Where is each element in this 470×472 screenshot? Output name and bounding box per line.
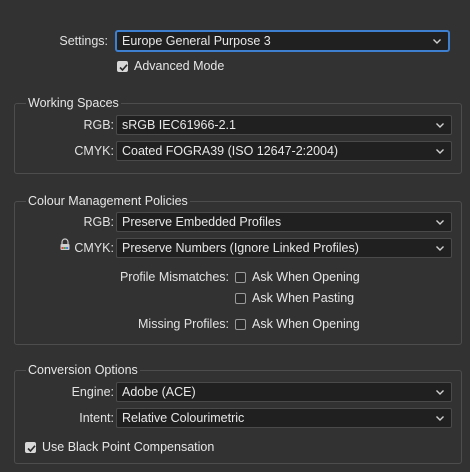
conversion-title: Conversion Options xyxy=(26,363,140,377)
engine-value: Adobe (ACE) xyxy=(122,385,196,399)
chevron-down-icon xyxy=(436,390,444,395)
settings-label: Settings: xyxy=(59,34,108,48)
black-point-label: Use Black Point Compensation xyxy=(42,440,215,454)
lock-icon xyxy=(60,238,70,250)
advanced-mode-label: Advanced Mode xyxy=(134,59,225,73)
chevron-down-icon xyxy=(436,246,444,251)
policy-rgb-value: Preserve Embedded Profiles xyxy=(122,215,282,229)
chevron-down-icon xyxy=(436,416,444,421)
missing-ask-when-opening-checkbox[interactable] xyxy=(235,319,246,330)
policy-cmyk-value: Preserve Numbers (Ignore Linked Profiles… xyxy=(122,241,359,255)
engine-dropdown[interactable]: Adobe (ACE) xyxy=(116,382,452,402)
working-cmyk-label: CMYK: xyxy=(74,144,114,158)
checkmark-icon xyxy=(27,445,36,453)
policy-cmyk-dropdown[interactable]: Preserve Numbers (Ignore Linked Profiles… xyxy=(116,238,452,258)
ask-when-pasting-label: Ask When Pasting xyxy=(252,291,355,305)
advanced-mode-checkbox[interactable] xyxy=(117,61,128,72)
missing-profiles-label: Missing Profiles: xyxy=(138,317,229,331)
profile-mismatches-label: Profile Mismatches: xyxy=(119,270,229,284)
chevron-down-icon xyxy=(433,39,441,44)
working-cmyk-value: Coated FOGRA39 (ISO 12647-2:2004) xyxy=(122,144,339,158)
working-rgb-dropdown[interactable]: sRGB IEC61966-2.1 xyxy=(116,115,452,135)
working-spaces-title: Working Spaces xyxy=(26,96,121,110)
working-spaces-group xyxy=(14,103,462,174)
policies-title: Colour Management Policies xyxy=(26,194,190,208)
chevron-down-icon xyxy=(436,149,444,154)
ask-when-opening-checkbox[interactable] xyxy=(235,272,246,283)
working-rgb-value: sRGB IEC61966-2.1 xyxy=(122,118,236,132)
working-rgb-label: RGB: xyxy=(83,118,114,132)
settings-dropdown-value: Europe General Purpose 3 xyxy=(122,34,271,48)
working-cmyk-dropdown[interactable]: Coated FOGRA39 (ISO 12647-2:2004) xyxy=(116,141,452,161)
missing-ask-when-opening-label: Ask When Opening xyxy=(252,317,360,331)
chevron-down-icon xyxy=(436,220,444,225)
engine-label: Engine: xyxy=(71,385,114,399)
policy-rgb-dropdown[interactable]: Preserve Embedded Profiles xyxy=(116,212,452,232)
ask-when-pasting-checkbox[interactable] xyxy=(235,293,246,304)
black-point-checkbox[interactable] xyxy=(25,442,36,453)
intent-value: Relative Colourimetric xyxy=(122,411,245,425)
ask-when-opening-label: Ask When Opening xyxy=(252,270,360,284)
intent-dropdown[interactable]: Relative Colourimetric xyxy=(116,408,452,428)
settings-dropdown[interactable]: Europe General Purpose 3 xyxy=(116,31,449,51)
intent-label: Intent: xyxy=(79,411,114,425)
policy-cmyk-label: CMYK: xyxy=(74,241,114,255)
checkmark-icon xyxy=(119,64,128,72)
chevron-down-icon xyxy=(436,123,444,128)
policy-rgb-label: RGB: xyxy=(83,215,114,229)
